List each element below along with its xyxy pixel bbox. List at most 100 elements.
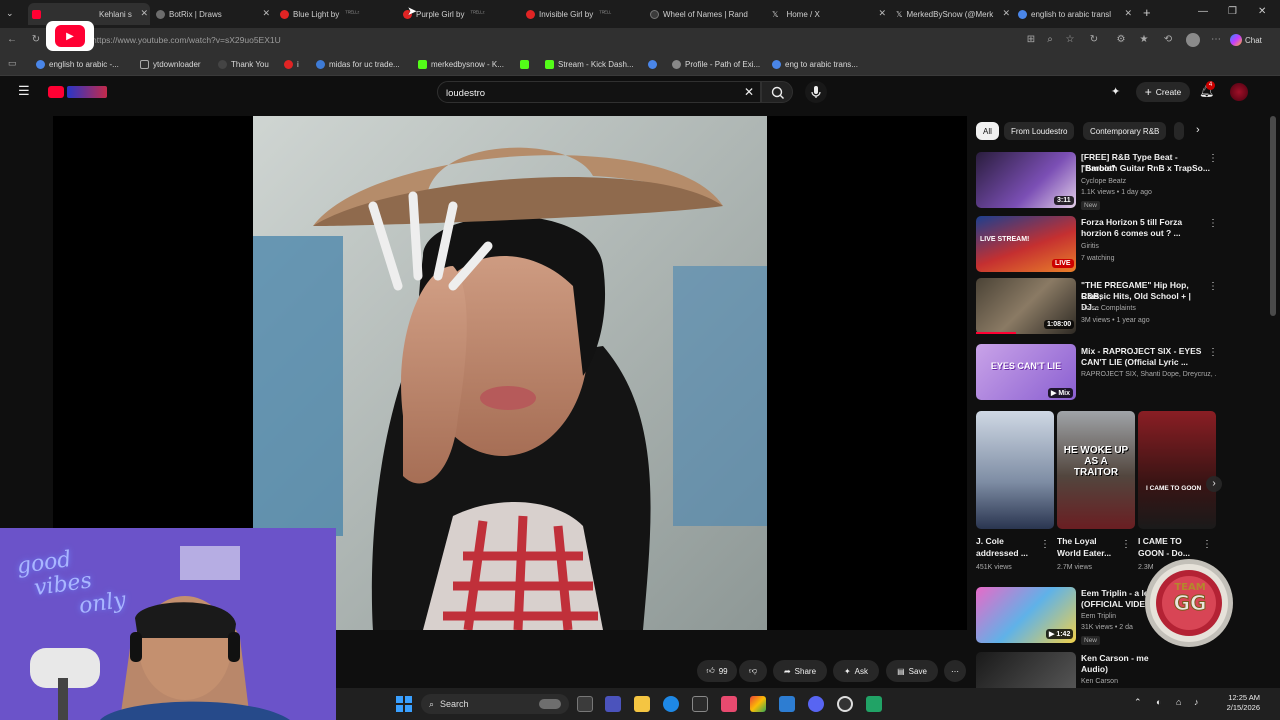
youtube-doodle-logo[interactable] [67,86,107,98]
close-tab-icon[interactable]: ✕ [262,8,270,19]
close-tab-icon[interactable]: ✕ [1124,8,1132,19]
notepad-icon[interactable] [866,696,882,712]
chrome-icon[interactable] [750,696,766,712]
rec-title[interactable]: Forza Horizon 5 till Forza [1081,217,1211,228]
bookmark-item[interactable]: english to arabic -... [36,58,119,70]
taskbar-search[interactable]: ⌕ Search [421,694,569,714]
ask-button[interactable]: ✦ Ask [833,660,879,682]
short-more-icon[interactable]: ⋮ [1121,540,1131,550]
sidebar-scrollbar[interactable] [1270,116,1276,316]
bookmark-item[interactable]: ytdownloader [140,58,201,70]
rec-title-line2[interactable]: horzion 6 comes out ? ... [1081,228,1211,239]
voice-search-button[interactable] [805,81,827,103]
rec-more-icon[interactable]: ⋮ [1208,282,1218,292]
search-button[interactable] [761,81,793,103]
volume-icon[interactable]: ♪ [1194,697,1199,707]
hamburger-menu-icon[interactable]: ☰ [18,84,30,98]
clear-search-icon[interactable]: ✕ [744,85,754,99]
history-icon[interactable]: ⟲ [1162,34,1174,46]
refresh-extension-icon[interactable]: ↻ [1088,34,1100,46]
bookmark-star-icon[interactable]: ☆ [1064,34,1076,46]
obs-icon[interactable] [837,696,853,712]
pink-app-icon[interactable] [721,696,737,712]
rec-thumbnail[interactable] [976,652,1076,688]
rec-title-line2[interactable]: (OFFICIAL VIDE [1081,599,1145,610]
extensions-icon[interactable]: ⚙ [1115,34,1127,46]
short-more-icon[interactable]: ⋮ [1202,540,1212,550]
short-title-line2[interactable]: addressed ... [976,548,1028,559]
tab-blue-light[interactable]: Blue Light by ᵀᴿᴱᴸᴸᶻ [280,3,396,25]
save-button[interactable]: ▤ Save [886,660,938,682]
share-button[interactable]: ➦ Share [773,660,827,682]
restore-icon[interactable]: ❐ [1228,6,1237,17]
rec-title-line2[interactable]: Audio) [1081,664,1108,675]
taskbar-clock[interactable]: 12:25 AM 2/15/2026 [1212,693,1260,713]
short-thumbnail[interactable] [976,411,1054,529]
rec-title[interactable]: Ken Carson - me [1081,653,1149,664]
short-thumbnail[interactable]: HE WOKE UP AS A TRAITOR [1057,411,1135,529]
close-tab-icon[interactable]: ✕ [878,8,886,19]
close-tab-icon[interactable]: ✕ [140,8,148,19]
bookmark-item[interactable] [520,58,529,70]
favorites-icon[interactable]: ★ [1138,34,1150,46]
studio-icon[interactable]: ✦ [1111,85,1120,98]
bookmark-item[interactable]: Stream - Kick Dash... [545,58,634,70]
youtube-logo-icon[interactable] [48,86,64,98]
rec-channel[interactable]: Cyclope Beatz [1081,177,1126,187]
new-tab-icon[interactable]: + [1143,6,1151,19]
rec-channel[interactable]: Ken Carson [1081,677,1118,687]
short-title[interactable]: The Loyal [1057,536,1097,547]
copilot-chat-button[interactable]: Chat [1230,32,1262,48]
tab-home-x[interactable]: 𝕏 Home / X ✕ [772,3,888,25]
rec-channel[interactable]: RAPROJECT SIX, Shanti Dope, Dreycruz, ..… [1081,370,1216,380]
bookmark-item[interactable]: midas for uc trade... [316,58,400,70]
rec-title-line2[interactable]: CAN'T LIE (Official Lyric ... [1081,357,1211,368]
edge-icon[interactable] [663,696,679,712]
short-title-line2[interactable]: World Eater... [1057,548,1111,559]
app-grid-icon[interactable]: ⊞ [1025,34,1037,46]
search-input[interactable] [446,85,726,101]
rec-channel[interactable]: Eem Triplin [1081,612,1116,622]
chips-next-chevron-icon[interactable]: › [1196,124,1200,136]
like-button[interactable]: 👍︎ 99 [697,660,737,682]
create-button[interactable]: + Create [1136,82,1190,102]
short-thumbnail[interactable]: I CAME TO GOON [1138,411,1216,529]
rec-more-icon[interactable]: ⋮ [1208,154,1218,164]
zoom-icon[interactable]: ⌕ [1044,34,1056,46]
reload-icon[interactable]: ↻ [30,34,42,46]
network-icon[interactable]: ⌂ [1176,697,1181,707]
minimize-icon[interactable]: — [1198,6,1208,17]
more-actions-button[interactable]: ⋯ [944,660,966,682]
store-icon[interactable] [692,696,708,712]
url-field[interactable]: https://www.youtube.com/watch?v=sX29uo5E… [92,32,1022,48]
back-icon[interactable]: ← [6,34,18,46]
tab-wheel-of-names[interactable]: Wheel of Names | Rand [650,3,766,25]
task-view-icon[interactable] [577,696,593,712]
bookmark-item[interactable]: Profile - Path of Exi... [672,58,760,70]
chip-contemporary-rnb[interactable]: Contemporary R&B [1083,122,1167,140]
account-avatar[interactable] [1230,83,1248,101]
chip-all[interactable]: All [976,122,999,140]
rec-title-line2[interactable]: | Smooth Guitar RnB x TrapSo... [1081,163,1211,174]
tab-merkedbysnow[interactable]: 𝕏 MerkedBySnow (@Merk ✕ [896,3,1012,25]
bookmark-item[interactable]: merkedbysnow - K... [418,58,504,70]
chip-from-loudestro[interactable]: From Loudestro [1004,122,1075,140]
tab-botrix[interactable]: BotRix | Draws ✕ [156,3,272,25]
short-more-icon[interactable]: ⋮ [1040,540,1050,550]
tray-app-icon[interactable]: ◐ [1156,697,1161,707]
app-icon[interactable] [779,696,795,712]
tab-list-chevron-icon[interactable]: ⌄ [6,8,14,19]
close-tab-icon[interactable]: ✕ [1002,8,1010,19]
rec-channel[interactable]: Noise Complaints [1081,304,1136,314]
rec-more-icon[interactable]: ⋮ [1208,348,1218,358]
rec-title[interactable]: Eem Triplin - a le [1081,588,1149,599]
dislike-button[interactable]: 👎︎ [739,660,767,682]
tab-search-icon[interactable]: ▭ [8,58,17,69]
profile-avatar[interactable] [1186,33,1200,47]
short-title[interactable]: J. Cole [976,536,1004,547]
windows-start-icon[interactable] [396,696,412,712]
close-window-icon[interactable]: ✕ [1258,6,1266,17]
file-explorer-icon[interactable] [634,696,650,712]
teams-icon[interactable] [605,696,621,712]
tray-chevron-icon[interactable]: ⌃ [1134,697,1142,708]
